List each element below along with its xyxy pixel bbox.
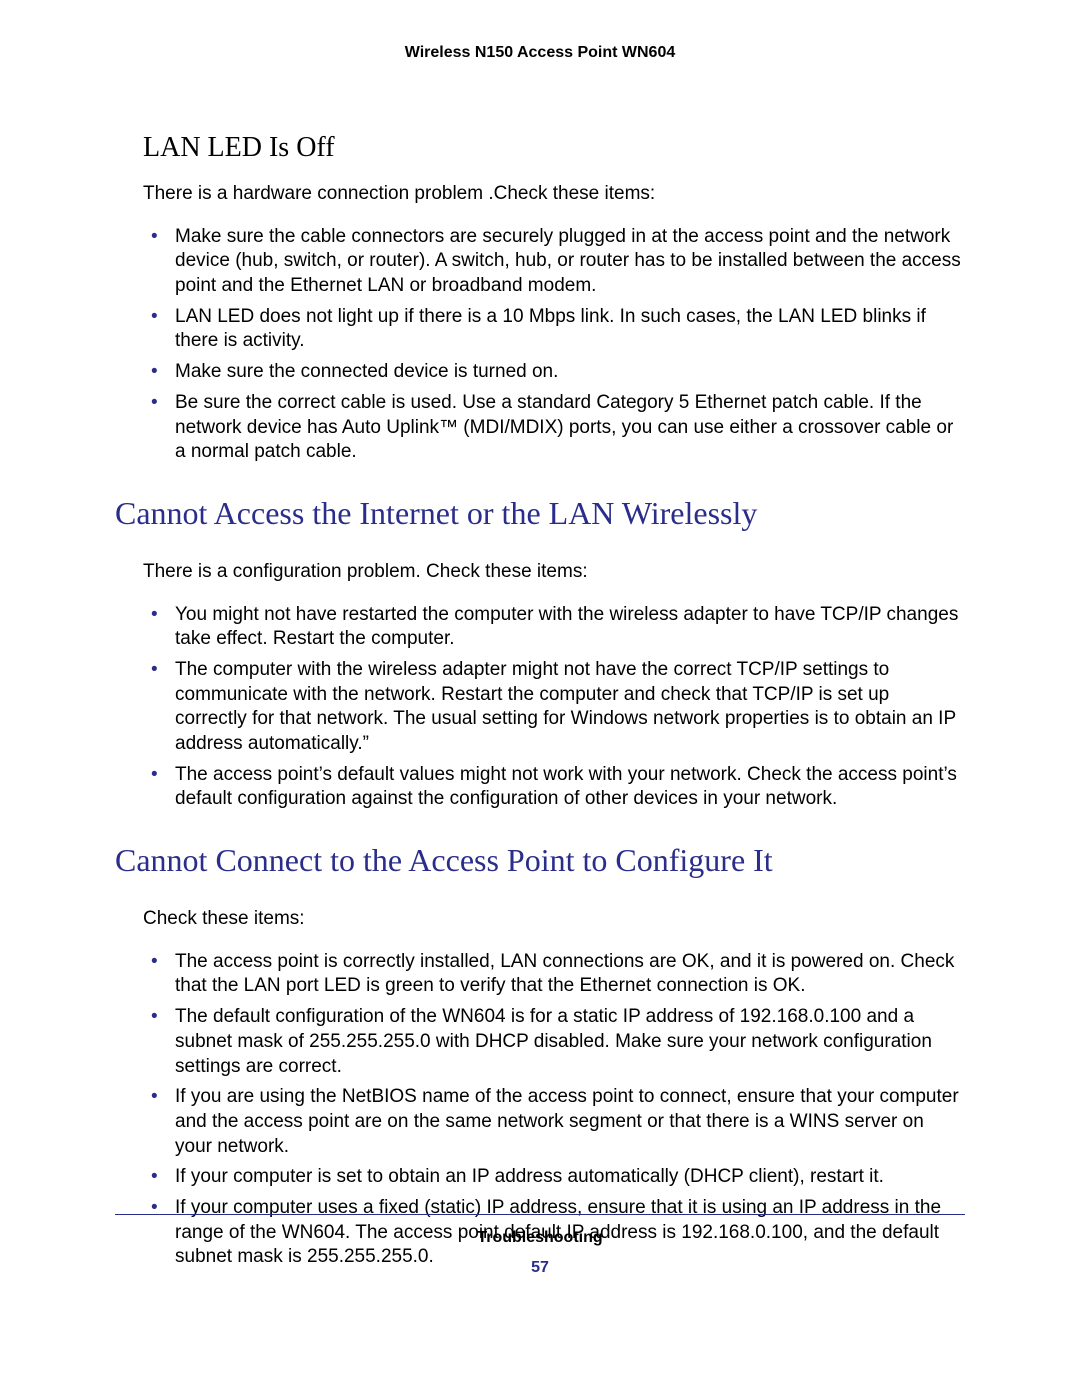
section-title-cannot-access-internet: Cannot Access the Internet or the LAN Wi… xyxy=(115,495,965,532)
running-header: Wireless N150 Access Point WN604 xyxy=(115,44,965,62)
page: Wireless N150 Access Point WN604 LAN LED… xyxy=(0,0,1080,1397)
list-item: The access point’s default values might … xyxy=(143,763,965,812)
footer-rule xyxy=(115,1214,965,1215)
list-item: The default configuration of the WN604 i… xyxy=(143,1005,965,1079)
section2-list: You might not have restarted the compute… xyxy=(143,603,965,813)
list-item: If your computer is set to obtain an IP … xyxy=(143,1165,965,1190)
page-number: 57 xyxy=(115,1259,965,1277)
section1-intro: There is a hardware connection problem .… xyxy=(143,182,965,207)
list-item: If you are using the NetBIOS name of the… xyxy=(143,1085,965,1159)
list-item: Make sure the cable connectors are secur… xyxy=(143,225,965,299)
footer-label: Troubleshooting xyxy=(115,1229,965,1247)
section-title-cannot-connect-ap: Cannot Connect to the Access Point to Co… xyxy=(115,842,965,879)
list-item: Be sure the correct cable is used. Use a… xyxy=(143,391,965,465)
section1-list: Make sure the cable connectors are secur… xyxy=(143,225,965,465)
page-footer: Troubleshooting 57 xyxy=(115,1214,965,1277)
list-item: You might not have restarted the compute… xyxy=(143,603,965,652)
list-item: Make sure the connected device is turned… xyxy=(143,360,965,385)
section3-intro: Check these items: xyxy=(143,907,965,932)
list-item: LAN LED does not light up if there is a … xyxy=(143,305,965,354)
subsection-title-lan-led-off: LAN LED Is Off xyxy=(143,132,965,164)
section2-intro: There is a configuration problem. Check … xyxy=(143,560,965,585)
list-item: The access point is correctly installed,… xyxy=(143,950,965,999)
list-item: The computer with the wireless adapter m… xyxy=(143,658,965,757)
